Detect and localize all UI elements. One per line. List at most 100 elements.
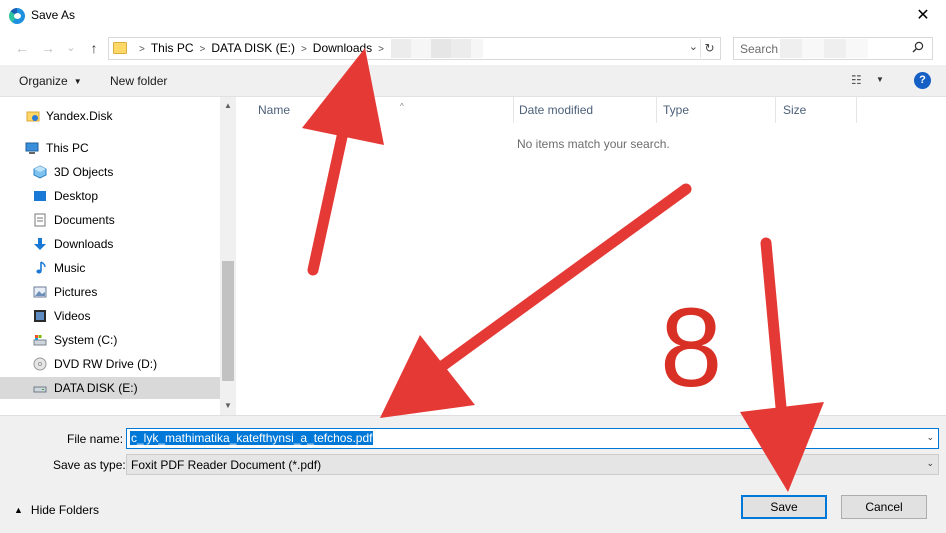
sort-ascending-icon: ^ [400, 102, 404, 111]
sidebar-item-yandex-disk[interactable]: Yandex.Disk [0, 105, 220, 127]
recent-locations-button[interactable]: ⌄ [61, 38, 81, 58]
blurred-region [780, 39, 868, 58]
breadcrumb-this-pc[interactable]: This PC [151, 41, 194, 55]
forward-button[interactable]: → [38, 38, 58, 58]
data-disk-icon [33, 386, 47, 393]
save-as-type-label: Save as type: [53, 458, 126, 472]
yandex-disk-icon [26, 111, 40, 122]
close-button[interactable]: ✕ [900, 0, 946, 31]
file-name-label: File name: [67, 432, 124, 446]
sidebar-item-videos[interactable]: Videos [0, 305, 220, 327]
cancel-button[interactable]: Cancel [841, 495, 927, 519]
crumb-separator: > [139, 44, 145, 55]
3d-objects-icon [33, 165, 47, 179]
crumb-separator: > [378, 44, 385, 55]
breadcrumb-downloads[interactable]: Downloads [313, 41, 372, 55]
column-header-name[interactable]: Name ^ [258, 100, 512, 122]
sidebar-item-label: DATA DISK (E:) [54, 381, 138, 395]
up-folder-button[interactable]: ↑ [84, 38, 104, 58]
edge-icon [9, 8, 25, 24]
sidebar-item-label: Desktop [54, 189, 99, 203]
help-icon[interactable]: ? [914, 72, 931, 89]
address-dropdown-icon[interactable]: ⌄ [689, 40, 698, 53]
step-number: 8 [660, 285, 723, 410]
organize-button[interactable]: Organize ▼ [19, 74, 82, 88]
desktop-icon [34, 191, 46, 201]
sidebar-item-documents[interactable]: Documents [0, 209, 220, 231]
back-arrow-icon: ← [15, 40, 29, 56]
column-header-type[interactable]: Type [663, 100, 773, 122]
documents-icon [34, 213, 46, 227]
save-form: File name: c_lyk_mathimatika_katefthynsi… [0, 415, 946, 533]
file-name-input[interactable]: c_lyk_mathimatika_katefthynsi_a_tefchos.… [126, 428, 939, 449]
this-pc-icon [25, 142, 39, 154]
sidebar-item-label: Yandex.Disk [46, 109, 113, 123]
forward-arrow-icon: → [41, 40, 55, 56]
sidebar-item-label: This PC [46, 141, 89, 155]
sidebar-item-label: Videos [54, 309, 91, 323]
videos-icon [34, 310, 46, 322]
chevron-down-icon: ⌄ [926, 458, 934, 468]
command-toolbar: Organize ▼ New folder ☷ ▼ ? [0, 65, 946, 97]
new-folder-button[interactable]: New folder [110, 74, 167, 88]
save-as-type-value: Foxit PDF Reader Document (*.pdf) [131, 458, 322, 472]
column-divider[interactable] [656, 97, 657, 123]
crumb-separator: > [300, 44, 307, 55]
breadcrumb: > This PC > DATA DISK (E:) > Downloads > [133, 41, 390, 55]
column-header-date-modified[interactable]: Date modified [519, 100, 654, 122]
breadcrumb-data-disk[interactable]: DATA DISK (E:) [211, 41, 295, 55]
empty-folder-message: No items match your search. [517, 137, 670, 151]
sidebar-item-system-c[interactable]: System (C:) [0, 329, 220, 351]
caret-down-icon[interactable]: ▼ [876, 75, 884, 84]
system-drive-icon [33, 335, 47, 346]
dvd-drive-icon [33, 357, 47, 371]
column-divider[interactable] [775, 97, 776, 123]
sidebar-scrollbar[interactable]: ▲ ▼ [220, 97, 236, 415]
sidebar-item-label: System (C:) [54, 333, 118, 347]
up-arrow-icon: ↑ [90, 40, 98, 56]
scroll-up-icon[interactable]: ▲ [224, 101, 232, 110]
sidebar-item-music[interactable]: Music [0, 257, 220, 279]
scrollbar-thumb[interactable] [222, 261, 234, 381]
close-icon: ✕ [916, 7, 930, 24]
pictures-icon [33, 286, 47, 298]
sidebar-item-dvd-drive[interactable]: DVD RW Drive (D:) [0, 353, 220, 375]
file-list: Name ^ Date modified Type Size No items … [237, 97, 946, 415]
sidebar-item-desktop[interactable]: Desktop [0, 185, 220, 207]
file-name-value[interactable]: c_lyk_mathimatika_katefthynsi_a_tefchos.… [130, 431, 374, 445]
sidebar-item-label: Downloads [54, 237, 114, 251]
sidebar-item-downloads[interactable]: Downloads [0, 233, 220, 255]
column-header-size[interactable]: Size [783, 100, 853, 122]
scroll-down-icon[interactable]: ▼ [224, 401, 232, 410]
search-placeholder: Search [740, 42, 779, 56]
save-button[interactable]: Save [741, 495, 827, 519]
address-bar[interactable]: > This PC > DATA DISK (E:) > Downloads > ⌄ ↻ [108, 37, 721, 60]
sidebar-item-data-disk[interactable]: DATA DISK (E:) [0, 377, 220, 399]
organize-label: Organize [19, 74, 68, 88]
sidebar-item-label: Pictures [54, 285, 98, 299]
sidebar-item-label: 3D Objects [54, 165, 114, 179]
navigation-bar: ← → ⌄ ↑ > This PC > DATA DISK (E:) > Download… [0, 31, 946, 65]
music-icon [36, 261, 46, 274]
crumb-separator: > [199, 44, 206, 55]
sidebar-item-label: Documents [54, 213, 115, 227]
hide-folders-button[interactable]: ▲ Hide Folders [14, 503, 99, 517]
view-options-icon[interactable]: ☷ [851, 73, 862, 87]
folder-icon [113, 42, 127, 54]
chevron-down-icon[interactable]: ⌄ [926, 432, 934, 443]
hide-folders-label: Hide Folders [30, 503, 99, 517]
sidebar-item-this-pc[interactable]: This PC [0, 137, 220, 159]
navigation-pane: Yandex.Disk This PC 3D Objects Desktop D… [0, 97, 236, 415]
search-input[interactable]: Search [733, 37, 933, 60]
sidebar-item-pictures[interactable]: Pictures [0, 281, 220, 303]
sidebar-item-label: DVD RW Drive (D:) [54, 357, 158, 371]
chevron-down-icon: ⌄ [66, 42, 76, 54]
refresh-icon[interactable]: ↻ [700, 39, 718, 58]
sidebar-item-3d-objects[interactable]: 3D Objects [0, 161, 220, 183]
back-button[interactable]: ← [12, 38, 32, 58]
save-as-type-select[interactable]: Foxit PDF Reader Document (*.pdf) ⌄ [126, 454, 939, 475]
chevron-up-icon: ▲ [14, 505, 23, 515]
title-bar: Save As ✕ [0, 0, 946, 31]
column-divider[interactable] [513, 97, 514, 123]
column-divider[interactable] [856, 97, 857, 123]
